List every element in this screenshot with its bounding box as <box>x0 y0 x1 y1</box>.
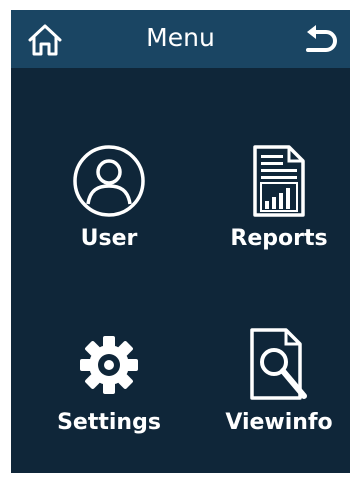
back-arrow-icon <box>306 25 337 52</box>
report-chart-icon <box>214 140 344 222</box>
document-search-icon <box>214 324 344 406</box>
home-icon <box>28 24 62 56</box>
menu-item-label: Reports <box>230 226 328 251</box>
menu-item-label: User <box>80 226 138 251</box>
menu-item-settings[interactable]: Settings <box>44 324 174 473</box>
menu-item-reports[interactable]: Reports <box>214 140 344 290</box>
menu-item-user[interactable]: User <box>44 140 174 290</box>
device-screen: Menu User Reports Settings Viewinfo <box>11 10 350 473</box>
menu-item-label: Settings <box>57 410 161 435</box>
user-icon <box>44 140 174 222</box>
header-bar: Menu <box>11 10 350 68</box>
back-button[interactable] <box>301 20 341 60</box>
home-button[interactable] <box>25 20 65 60</box>
menu-item-label: Viewinfo <box>225 410 333 435</box>
gear-icon <box>44 324 174 406</box>
menu-item-viewinfo[interactable]: Viewinfo <box>214 324 344 473</box>
